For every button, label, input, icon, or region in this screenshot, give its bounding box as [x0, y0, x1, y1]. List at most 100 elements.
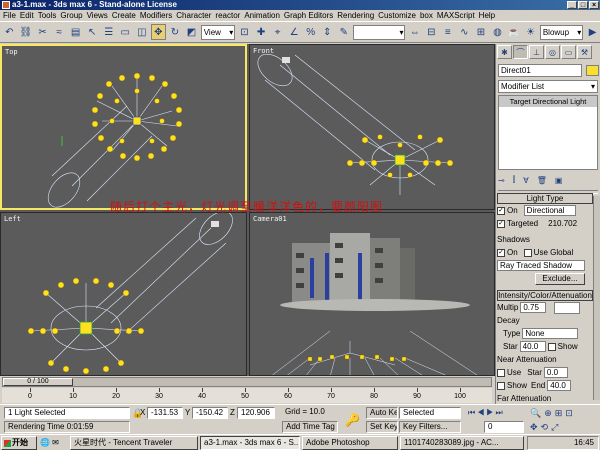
playback-controls[interactable]: ⏮◀▶⏭ [468, 408, 505, 418]
render-type-dropdown[interactable]: Blowup [539, 24, 584, 40]
viewport-nav-icons-2[interactable]: ✥⟲⤢ [530, 422, 561, 433]
add-time-tag-button[interactable]: Add Time Tag [282, 421, 338, 433]
taskbar-item-photoshop[interactable]: Adobe Photoshop [302, 436, 398, 450]
decay-start-field[interactable]: 40.0 [519, 341, 546, 352]
select-move-icon[interactable]: ✥ [151, 24, 166, 40]
show-end-result-icon[interactable]: ⫿ [513, 175, 516, 185]
use-global-checkbox[interactable] [523, 248, 532, 257]
current-frame-field[interactable]: 0 [484, 421, 524, 433]
named-selection-icon[interactable]: ✎ [336, 24, 352, 40]
menu-tools[interactable]: Tools [38, 10, 57, 21]
menu-rendering[interactable]: Rendering [337, 10, 374, 21]
motion-tab-icon[interactable]: ◎ [545, 45, 560, 59]
targeted-checkbox[interactable]: ✓ [497, 219, 505, 228]
curve-editor-icon[interactable]: ∿ [457, 24, 472, 40]
scroll-thumb[interactable] [594, 196, 600, 400]
minimize-button[interactable]: _ [567, 1, 577, 9]
modify-tab-icon[interactable]: ⌒ [513, 45, 528, 59]
angle-snap-icon[interactable]: ∠ [286, 24, 302, 40]
render-scene-icon[interactable]: ☕ [506, 24, 522, 40]
near-use-checkbox[interactable] [497, 368, 505, 377]
object-color-swatch[interactable] [586, 65, 599, 76]
viewport-camera[interactable]: Camera01 [249, 212, 495, 376]
light-type-header[interactable]: Light Type [497, 193, 593, 204]
decay-type-dropdown[interactable]: None [522, 328, 579, 339]
window-crossing-icon[interactable]: ◫ [134, 24, 150, 40]
menu-character[interactable]: Character [176, 10, 211, 21]
select-object-icon[interactable]: ↖ [84, 24, 100, 40]
key-filters-button[interactable]: Key Filters... [399, 421, 461, 433]
named-selection-dropdown[interactable] [353, 24, 406, 40]
near-start-field[interactable]: 0.0 [543, 367, 568, 378]
modifier-stack[interactable]: Target Directional Light [498, 95, 598, 170]
stack-item[interactable]: Target Directional Light [499, 96, 597, 107]
quick-launch-icons[interactable]: 🌐 ✉ [40, 438, 59, 447]
decay-show-checkbox[interactable] [547, 342, 556, 351]
taskbar-item-max[interactable]: a3-1.max - 3ds max 6 - S... [200, 436, 300, 450]
align-icon[interactable]: ⊟ [424, 24, 439, 40]
shadow-type-dropdown[interactable]: Ray Traced Shadow [497, 260, 585, 271]
intensity-header[interactable]: Intensity/Color/Attenuation [497, 290, 593, 301]
viewport-left[interactable]: Left [0, 212, 247, 376]
configure-sets-icon[interactable]: ▣ [555, 176, 563, 185]
pin-stack-icon[interactable]: ⊸ [498, 176, 505, 185]
spinner-snap-icon[interactable]: ⇕ [319, 24, 335, 40]
snap-toggle-icon[interactable]: ⌖ [270, 24, 285, 40]
select-scale-icon[interactable]: ◩ [184, 24, 199, 40]
object-name-field[interactable]: Direct01 [498, 64, 582, 77]
viewport-top[interactable]: Top [0, 44, 247, 210]
key-mode-dropdown[interactable]: Selected [399, 407, 461, 419]
menu-create[interactable]: Create [112, 10, 136, 21]
track-bar[interactable]: 0 10 20 30 40 50 60 70 80 90 100 [2, 388, 492, 403]
shadows-on-checkbox[interactable]: ✓ [497, 248, 505, 257]
menu-box[interactable]: box [420, 10, 433, 21]
taskbar-item-traveler[interactable]: 火星时代 - Tencent Traveler [70, 436, 198, 450]
create-tab-icon[interactable]: ✱ [497, 45, 512, 59]
display-tab-icon[interactable]: ▭ [561, 45, 576, 59]
menu-modifiers[interactable]: Modifiers [140, 10, 172, 21]
close-button[interactable]: × [589, 1, 599, 9]
time-slider-knob[interactable]: 0 / 100 [3, 378, 73, 386]
command-panel-scrollbar[interactable] [593, 196, 600, 400]
modifier-list-dropdown[interactable]: Modifier List [498, 80, 598, 93]
exclude-button[interactable]: Exclude... [535, 272, 585, 285]
percent-snap-icon[interactable]: % [303, 24, 318, 40]
quick-render-icon[interactable]: ☀ [523, 24, 538, 40]
z-coordinate-field[interactable]: 120.906 [237, 407, 275, 419]
auto-key-button[interactable]: Auto Key [366, 407, 398, 419]
remove-modifier-icon[interactable]: 🗑 [537, 176, 547, 185]
menu-views[interactable]: Views [87, 10, 108, 21]
schematic-view-icon[interactable]: ⊞ [473, 24, 489, 40]
maximize-button[interactable]: □ [578, 1, 588, 9]
viewport-nav-icons[interactable]: 🔍⊕⊞⊡ [530, 408, 576, 419]
material-editor-icon[interactable]: ◍ [490, 24, 505, 40]
make-unique-icon[interactable]: ∀ [523, 176, 528, 185]
x-coordinate-field[interactable]: -131.53 [147, 407, 183, 419]
rect-region-icon[interactable]: ▭ [117, 24, 133, 40]
menu-customize[interactable]: Customize [378, 10, 416, 21]
menu-group[interactable]: Group [60, 10, 82, 21]
manipulate-icon[interactable]: ✚ [253, 24, 269, 40]
select-rotate-icon[interactable]: ↻ [167, 24, 183, 40]
menu-maxscript[interactable]: MAXScript [437, 10, 475, 21]
light-color-swatch[interactable] [554, 301, 581, 314]
light-on-checkbox[interactable]: ✓ [497, 206, 505, 215]
select-by-name-icon[interactable]: ☰ [101, 24, 116, 40]
menu-reactor[interactable]: reactor [215, 10, 240, 21]
render-last-icon[interactable]: ▶ [585, 24, 600, 40]
near-show-checkbox[interactable] [497, 381, 505, 390]
menu-animation[interactable]: Animation [244, 10, 280, 21]
start-button[interactable]: 开始 [1, 436, 37, 450]
key-icon[interactable]: 🔑 [345, 413, 360, 427]
hierarchy-tab-icon[interactable]: ⊥ [529, 45, 544, 59]
undo-icon[interactable]: ↶ [2, 24, 17, 40]
taskbar-item-acdsee[interactable]: 1101740283089.jpg - AC... [400, 436, 524, 450]
light-type-dropdown[interactable]: Directional [523, 205, 576, 216]
unlink-icon[interactable]: ✂ [35, 24, 50, 40]
ref-coord-dropdown[interactable]: View [200, 24, 236, 40]
bind-space-warp-icon[interactable]: ≈ [51, 24, 67, 40]
mirror-icon[interactable]: ⇔ [407, 24, 422, 40]
set-key-button[interactable]: Set Key [366, 421, 398, 433]
selection-filter-icon[interactable]: ▤ [68, 24, 83, 40]
menu-edit[interactable]: Edit [20, 10, 34, 21]
